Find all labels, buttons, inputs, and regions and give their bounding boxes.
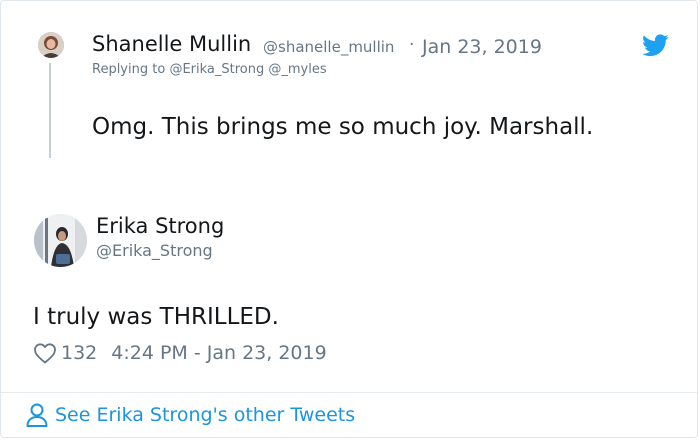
like-count[interactable]: 132 xyxy=(61,342,97,364)
parent-author-name[interactable]: Shanelle Mullin xyxy=(92,32,251,56)
avatar-photo xyxy=(38,32,64,58)
replying-to-line: Replying to @Erika_Strong @_myles xyxy=(92,62,327,77)
main-author-name[interactable]: Erika Strong xyxy=(96,214,224,238)
person-icon xyxy=(26,403,48,427)
parent-tweet-date[interactable]: Jan 23, 2019 xyxy=(422,36,542,58)
parent-author-handle[interactable]: @shanelle_mullin xyxy=(263,38,394,56)
embedded-tweet-card: Shanelle Mullin @shanelle_mullin · Jan 2… xyxy=(0,0,698,438)
thread-connector-line xyxy=(49,63,51,158)
heart-icon[interactable] xyxy=(33,342,57,364)
see-other-tweets-label[interactable]: See Erika Strong's other Tweets xyxy=(55,404,355,426)
main-tweet-text: I truly was THRILLED. xyxy=(33,304,279,330)
parent-author-avatar[interactable] xyxy=(38,32,64,58)
avatar-photo xyxy=(34,214,87,267)
main-author-handle[interactable]: @Erika_Strong xyxy=(96,241,213,260)
tweet-meta: 132 4:24 PM - Jan 23, 2019 xyxy=(33,341,327,365)
main-author-avatar[interactable] xyxy=(34,214,87,267)
mention-myles[interactable]: @_myles xyxy=(268,62,326,77)
replying-prefix: Replying to xyxy=(92,62,166,77)
twitter-bird-icon[interactable] xyxy=(642,34,669,57)
parent-tweet-text: Omg. This brings me so much joy. Marshal… xyxy=(92,114,594,140)
footer-divider xyxy=(1,392,697,393)
see-other-tweets-link[interactable]: See Erika Strong's other Tweets xyxy=(25,402,355,428)
mention-erika-strong[interactable]: @Erika_Strong xyxy=(169,62,264,77)
separator-dot: · xyxy=(409,35,415,55)
tweet-timestamp[interactable]: 4:24 PM - Jan 23, 2019 xyxy=(111,342,326,364)
